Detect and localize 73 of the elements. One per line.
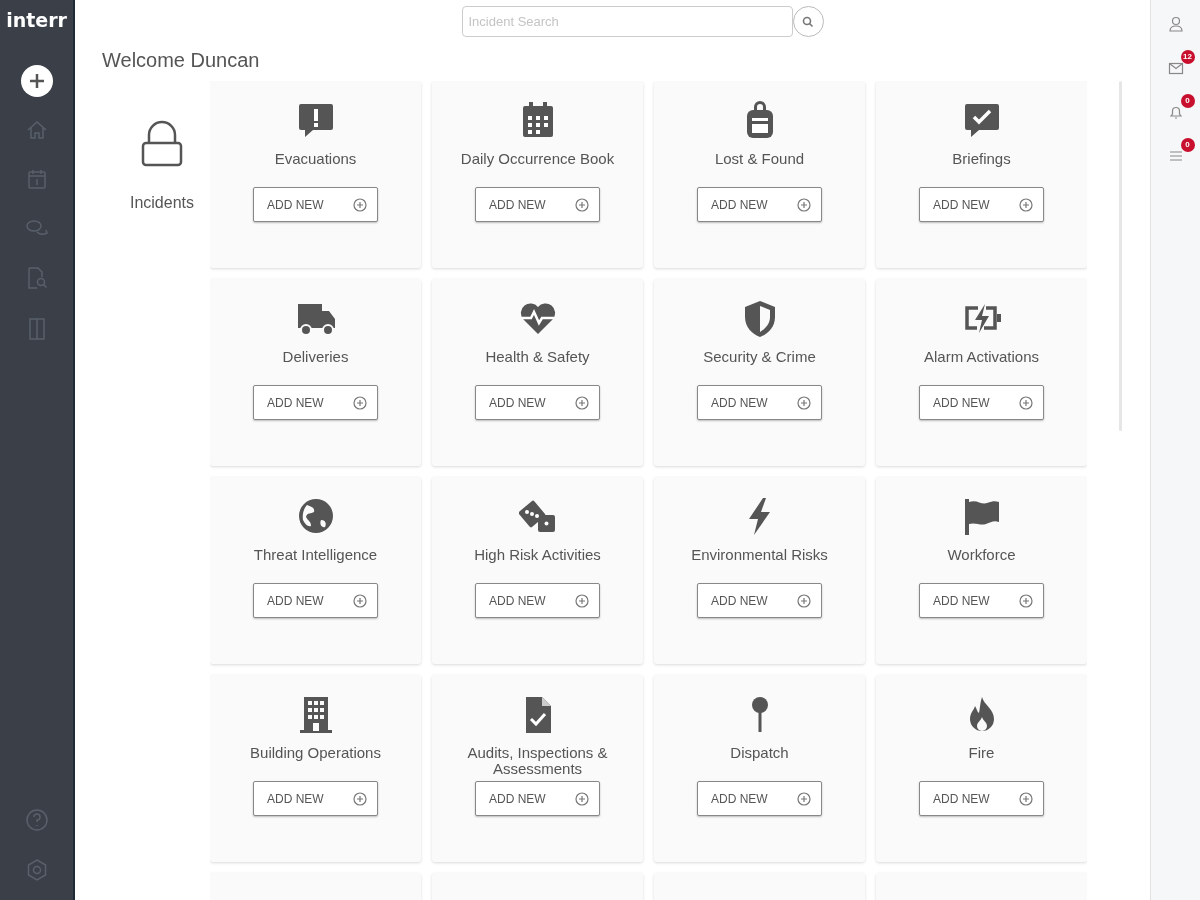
plus-circle-icon (1019, 395, 1033, 410)
plus-circle-icon (575, 197, 589, 212)
plus-circle-icon (797, 395, 811, 410)
card-title: Lost & Found (714, 150, 805, 167)
card-title: Environmental Risks (691, 546, 828, 563)
card-title: Evacuations (274, 150, 357, 167)
mail-icon[interactable] (1167, 60, 1184, 76)
card-title: High Risk Activities (474, 546, 601, 563)
card-title: Daily Occurrence Book (460, 150, 615, 167)
list-icon[interactable] (1167, 148, 1184, 164)
door-icon[interactable] (26, 316, 47, 341)
search-field[interactable]: Incident Search (461, 6, 793, 37)
add-button[interactable] (20, 64, 53, 97)
card-title: Briefings (952, 150, 1011, 167)
add-new-button[interactable]: ADD NEW (253, 187, 378, 222)
plus-circle-icon (575, 395, 589, 410)
plus-circle-icon (1019, 197, 1033, 212)
calendar-icon[interactable] (25, 167, 48, 190)
category-label[interactable]: Incidents (129, 191, 194, 215)
plus-circle-icon (797, 791, 811, 806)
help-icon[interactable] (24, 808, 49, 832)
plus-icon (27, 71, 46, 90)
search-button[interactable] (792, 6, 824, 37)
plus-circle-icon (575, 593, 589, 608)
search-icon (802, 15, 814, 28)
welcome-heading: Welcome Duncan (102, 48, 261, 73)
globe-icon (296, 497, 335, 535)
add-new-button[interactable]: ADD NEW (697, 583, 822, 618)
add-new-button[interactable]: ADD NEW (697, 781, 822, 816)
add-new-button[interactable]: ADD NEW (919, 187, 1044, 222)
add-new-button[interactable]: ADD NEW (919, 781, 1044, 816)
plus-circle-icon (353, 593, 367, 608)
count-badge: 0 (1180, 94, 1195, 108)
add-new-button[interactable]: ADD NEW (475, 583, 600, 618)
plus-circle-icon (1019, 593, 1033, 608)
document-search-icon[interactable] (25, 265, 48, 290)
card-title: Threat Intelligence (253, 546, 378, 563)
bell-icon[interactable] (1167, 104, 1184, 120)
plus-circle-icon (575, 791, 589, 806)
card-title: Alarm Activations (923, 348, 1039, 365)
add-new-button[interactable]: ADD NEW (475, 781, 600, 816)
add-new-button[interactable]: ADD NEW (253, 583, 378, 618)
brand-logo: interr (6, 8, 67, 33)
speech-alert-icon (296, 101, 335, 139)
speech-check-icon (962, 101, 1001, 139)
add-new-button[interactable]: ADD NEW (697, 385, 822, 420)
plus-circle-icon (1019, 791, 1033, 806)
count-badge: 12 (1180, 50, 1195, 64)
add-new-button[interactable]: ADD NEW (475, 385, 600, 420)
add-new-button[interactable]: ADD NEW (919, 385, 1044, 420)
card-title: Building Operations (250, 744, 381, 761)
card-title: Dispatch (730, 744, 789, 761)
add-new-button[interactable]: ADD NEW (697, 187, 822, 222)
card-title: Audits, Inspections & Assessments (467, 744, 608, 777)
card-title: Security & Crime (703, 348, 816, 365)
plus-circle-icon (353, 395, 367, 410)
plus-circle-icon (353, 791, 367, 806)
flag-icon (962, 497, 1001, 535)
count-badge: 0 (1180, 138, 1195, 152)
padlock-icon[interactable] (140, 119, 184, 169)
add-new-button[interactable]: ADD NEW (253, 385, 378, 420)
card-title: Workforce (947, 546, 1016, 563)
add-new-button[interactable]: ADD NEW (253, 781, 378, 816)
add-new-button[interactable]: ADD NEW (475, 187, 600, 222)
plus-circle-icon (797, 593, 811, 608)
card-title: Deliveries (282, 348, 349, 365)
card-title: Fire (968, 744, 995, 761)
plus-circle-icon (353, 197, 367, 212)
home-icon[interactable] (25, 118, 48, 141)
add-new-button[interactable]: ADD NEW (919, 583, 1044, 618)
plus-circle-icon (797, 197, 811, 212)
user-icon[interactable] (1167, 16, 1184, 32)
card-title: Health & Safety (485, 348, 590, 365)
